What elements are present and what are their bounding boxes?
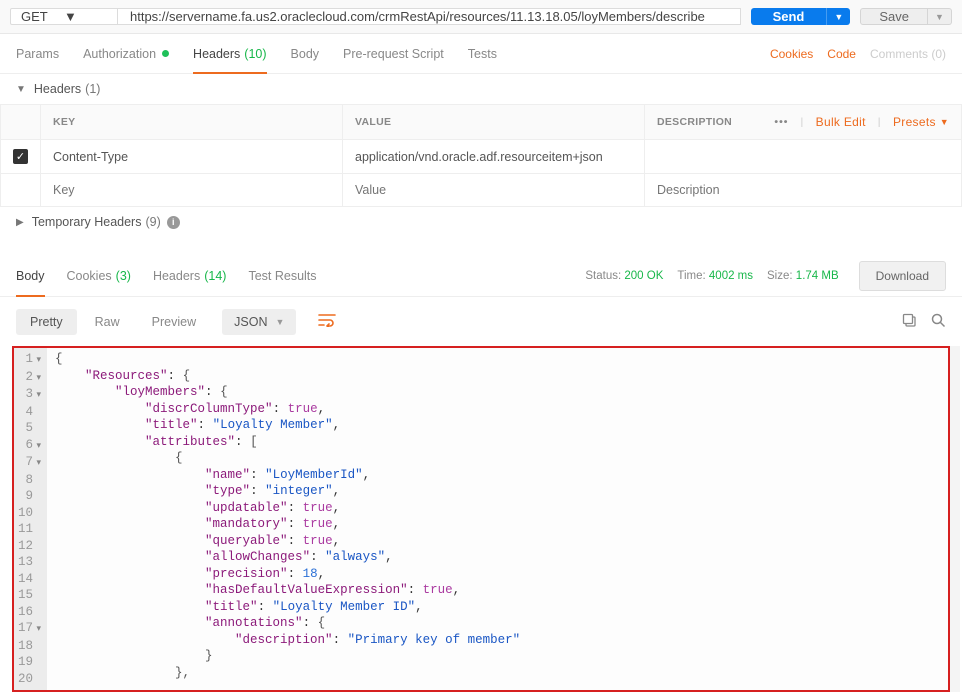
header-value-input-cell — [343, 174, 645, 207]
row-checkbox-cell: ✓ — [1, 140, 41, 174]
bulk-edit-link[interactable]: Bulk Edit — [816, 115, 866, 129]
view-bar: Pretty Raw Preview JSON ▼ — [0, 297, 962, 346]
checkbox-column-header — [1, 105, 41, 140]
chevron-down-icon: ▼ — [834, 12, 843, 22]
link-comments[interactable]: Comments (0) — [870, 47, 946, 61]
temp-headers-title: Temporary Headers — [32, 215, 142, 229]
save-button[interactable]: Save — [860, 8, 928, 25]
search-icon[interactable] — [931, 313, 946, 331]
col-value: VALUE — [343, 105, 645, 140]
presets-label: Presets — [893, 115, 936, 129]
tab-headers[interactable]: Headers (10) — [193, 34, 266, 73]
info-icon[interactable]: i — [167, 216, 180, 229]
tab-prerequest[interactable]: Pre-request Script — [343, 34, 444, 73]
table-row: ✓ Content-Type application/vnd.oracle.ad… — [1, 140, 962, 174]
send-dropdown[interactable]: ▼ — [826, 8, 850, 25]
save-group: Save ▼ — [860, 8, 952, 25]
request-bar: GET ▼ https://servername.fa.us2.oraclecl… — [0, 0, 962, 34]
value-input[interactable] — [355, 183, 632, 197]
size-label: Size: 1.74 MB — [767, 270, 839, 282]
header-desc-input-cell — [645, 174, 962, 207]
view-preview[interactable]: Preview — [138, 309, 210, 335]
tab-authorization[interactable]: Authorization — [83, 34, 169, 73]
link-cookies[interactable]: Cookies — [770, 47, 813, 61]
headers-section-toggle[interactable]: ▼ Headers (1) — [0, 74, 962, 104]
view-pretty[interactable]: Pretty — [16, 309, 77, 335]
chevron-down-icon: ▼ — [275, 317, 284, 327]
status-label: Status: 200 OK — [585, 270, 663, 282]
header-key-cell[interactable]: Content-Type — [41, 140, 343, 174]
url-input[interactable]: https://servername.fa.us2.oraclecloud.co… — [118, 8, 741, 25]
headers-table: KEY VALUE DESCRIPTION ••• | Bulk Edit | … — [0, 104, 962, 207]
tab-body[interactable]: Body — [291, 34, 320, 73]
response-tabs: Body Cookies (3) Headers (14) Test Resul… — [0, 255, 962, 297]
tab-headers-count: (10) — [244, 47, 266, 61]
resp-tab-headers[interactable]: Headers (14) — [153, 255, 226, 296]
format-value: JSON — [234, 315, 267, 329]
format-dropdown[interactable]: JSON ▼ — [222, 309, 296, 335]
download-button[interactable]: Download — [859, 261, 946, 291]
request-tabs: Params Authorization Headers (10) Body P… — [0, 34, 962, 74]
resp-tab-headers-count: (14) — [204, 269, 226, 283]
view-bar-right — [902, 313, 946, 331]
headers-section-count: (1) — [85, 82, 100, 96]
send-button[interactable]: Send — [751, 8, 827, 25]
url-value: https://servername.fa.us2.oraclecloud.co… — [130, 9, 705, 24]
separator: | — [878, 116, 881, 128]
header-desc-cell[interactable] — [645, 140, 962, 174]
chevron-down-icon: ▼ — [935, 12, 944, 22]
chevron-down-icon: ▼ — [64, 9, 107, 24]
view-raw[interactable]: Raw — [81, 309, 134, 335]
separator: | — [800, 116, 803, 128]
temp-headers-count: (9) — [145, 215, 160, 229]
resp-tab-cookies-count: (3) — [116, 269, 131, 283]
tab-headers-label: Headers — [193, 47, 240, 61]
tab-authorization-label: Authorization — [83, 47, 156, 61]
response-body: 1 ▾2 ▾3 ▾4 5 6 ▾7 ▾8 9 10 11 12 13 14 15… — [12, 346, 950, 692]
link-code[interactable]: Code — [827, 47, 856, 61]
chevron-right-icon: ▶ — [16, 217, 24, 228]
col-description: DESCRIPTION ••• | Bulk Edit | Presets ▼ — [645, 105, 962, 140]
headers-section-title: Headers — [34, 82, 81, 96]
time-value: 4002 ms — [709, 270, 753, 282]
method-value: GET — [21, 9, 64, 24]
presets-dropdown[interactable]: Presets ▼ — [893, 115, 949, 129]
line-gutter: 1 ▾2 ▾3 ▾4 5 6 ▾7 ▾8 9 10 11 12 13 14 15… — [14, 348, 47, 690]
resp-tab-headers-label: Headers — [153, 269, 200, 283]
size-value: 1.74 MB — [796, 270, 839, 282]
desc-input[interactable] — [657, 183, 949, 197]
col-key: KEY — [41, 105, 343, 140]
resp-tab-tests[interactable]: Test Results — [248, 255, 316, 296]
temp-headers-toggle[interactable]: ▶ Temporary Headers (9) i — [0, 207, 962, 237]
tab-tests[interactable]: Tests — [468, 34, 497, 73]
scrollbar[interactable] — [950, 346, 960, 692]
table-row-empty — [1, 174, 962, 207]
tab-params[interactable]: Params — [16, 34, 59, 73]
key-input[interactable] — [53, 183, 330, 197]
request-right-links: Cookies Code Comments (0) — [770, 47, 946, 61]
row-checkbox-cell — [1, 174, 41, 207]
more-actions-icon[interactable]: ••• — [774, 116, 788, 128]
method-dropdown[interactable]: GET ▼ — [10, 8, 118, 25]
copy-icon[interactable] — [902, 313, 917, 331]
save-dropdown[interactable]: ▼ — [928, 8, 952, 25]
checkbox-checked-icon[interactable]: ✓ — [13, 149, 28, 164]
header-key-input-cell — [41, 174, 343, 207]
table-header-row: KEY VALUE DESCRIPTION ••• | Bulk Edit | … — [1, 105, 962, 140]
resp-tab-cookies-label: Cookies — [67, 269, 112, 283]
wrap-lines-icon[interactable] — [310, 307, 344, 336]
time-label: Time: 4002 ms — [677, 270, 753, 282]
send-group: Send ▼ — [751, 8, 851, 25]
header-value-cell[interactable]: application/vnd.oracle.adf.resourceitem+… — [343, 140, 645, 174]
response-meta: Status: 200 OK Time: 4002 ms Size: 1.74 … — [585, 261, 946, 291]
status-dot-icon — [162, 50, 169, 57]
status-value: 200 OK — [624, 270, 663, 282]
json-code[interactable]: { "Resources": { "loyMembers": { "discrC… — [47, 348, 948, 690]
chevron-down-icon: ▼ — [940, 117, 949, 127]
resp-tab-cookies[interactable]: Cookies (3) — [67, 255, 131, 296]
col-desc-label: DESCRIPTION — [657, 116, 732, 128]
chevron-down-icon: ▼ — [16, 84, 26, 95]
resp-tab-body[interactable]: Body — [16, 255, 45, 296]
